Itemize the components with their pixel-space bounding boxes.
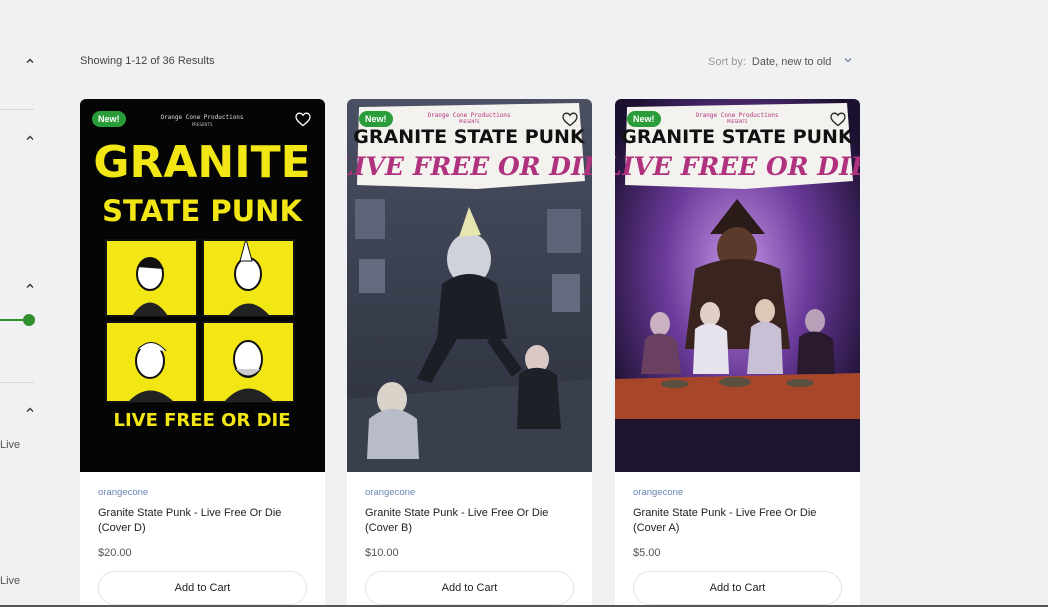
cover-subtitle: LIVE FREE OR DIE xyxy=(113,410,290,431)
cover-publisher: Orange Cone Productions xyxy=(427,112,510,119)
comic-cover-art: Orange Cone Productions PRESENTS GRANITE… xyxy=(80,99,325,472)
cover-publisher: Orange Cone Productions xyxy=(695,112,778,119)
add-to-cart-button[interactable]: Add to Cart xyxy=(633,571,842,605)
product-image[interactable]: New! Orange Cone Productions PRESENTS GR… xyxy=(347,99,592,472)
cover-publisher: Orange Cone Productions xyxy=(160,114,243,121)
heart-icon[interactable] xyxy=(562,112,578,127)
product-card[interactable]: New! Orange Cone Productions PRESENTS GR… xyxy=(80,99,325,607)
comic-cover-art: Orange Cone Productions PRESENTS GRANITE… xyxy=(615,99,860,472)
new-badge: New! xyxy=(359,111,393,127)
product-title[interactable]: Granite State Punk - Live Free Or Die (C… xyxy=(633,506,842,536)
add-to-cart-button[interactable]: Add to Cart xyxy=(365,571,574,605)
product-title[interactable]: Granite State Punk - Live Free Or Die (C… xyxy=(365,506,574,536)
sort-label: Sort by: xyxy=(708,55,746,68)
cover-title-line1: GRANITE STATE PUNK xyxy=(621,126,854,148)
cover-presents: PRESENTS xyxy=(192,122,213,127)
heart-icon[interactable] xyxy=(830,112,846,127)
product-image[interactable]: New! Orange Cone Productions PRESENTS GR… xyxy=(615,99,860,472)
product-vendor[interactable]: orangecone xyxy=(633,487,842,498)
product-vendor[interactable]: orangecone xyxy=(98,487,307,498)
new-badge: New! xyxy=(92,111,126,127)
add-to-cart-button[interactable]: Add to Cart xyxy=(98,571,307,605)
heart-icon[interactable] xyxy=(295,112,311,127)
product-vendor[interactable]: orangecone xyxy=(365,487,574,498)
cover-subtitle: LIVE FREE OR DIE xyxy=(615,152,860,181)
chevron-up-icon[interactable] xyxy=(25,405,35,415)
comic-cover-art: Orange Cone Productions PRESENTS GRANITE… xyxy=(347,99,592,472)
cover-presents: PRESENTS xyxy=(459,119,480,124)
product-price: $20.00 xyxy=(98,547,132,559)
product-title[interactable]: Granite State Punk - Live Free Or Die (C… xyxy=(98,506,307,536)
product-card[interactable]: New! Orange Cone Productions PRESENTS GR… xyxy=(615,99,860,607)
chevron-up-icon[interactable] xyxy=(25,133,35,143)
filter-divider xyxy=(0,109,34,110)
chevron-up-icon[interactable] xyxy=(25,56,35,66)
cover-title-line2: STATE PUNK xyxy=(102,194,303,228)
product-image[interactable]: New! Orange Cone Productions PRESENTS GR… xyxy=(80,99,325,472)
cover-title-line1: GRANITE xyxy=(93,137,310,188)
filter-sidebar: Live Live xyxy=(0,0,40,607)
filter-divider xyxy=(0,382,34,383)
cover-subtitle: LIVE FREE OR DIE xyxy=(347,152,592,181)
sort-value: Date, new to old xyxy=(751,55,832,68)
product-price: $5.00 xyxy=(633,547,661,559)
filter-option-label[interactable]: Live xyxy=(0,575,20,587)
cover-title-line1: GRANITE STATE PUNK xyxy=(353,126,586,148)
price-slider-handle[interactable] xyxy=(23,314,35,326)
sort-dropdown[interactable]: Sort by: Date, new to old xyxy=(708,55,853,68)
chevron-up-icon[interactable] xyxy=(25,281,35,291)
product-card[interactable]: New! Orange Cone Productions PRESENTS GR… xyxy=(347,99,592,607)
chevron-down-icon xyxy=(843,55,853,68)
new-badge: New! xyxy=(627,111,661,127)
product-price: $10.00 xyxy=(365,547,399,559)
results-count: Showing 1-12 of 36 Results xyxy=(80,55,215,67)
cover-presents: PRESENTS xyxy=(727,119,748,124)
filter-option-label[interactable]: Live xyxy=(0,439,20,451)
